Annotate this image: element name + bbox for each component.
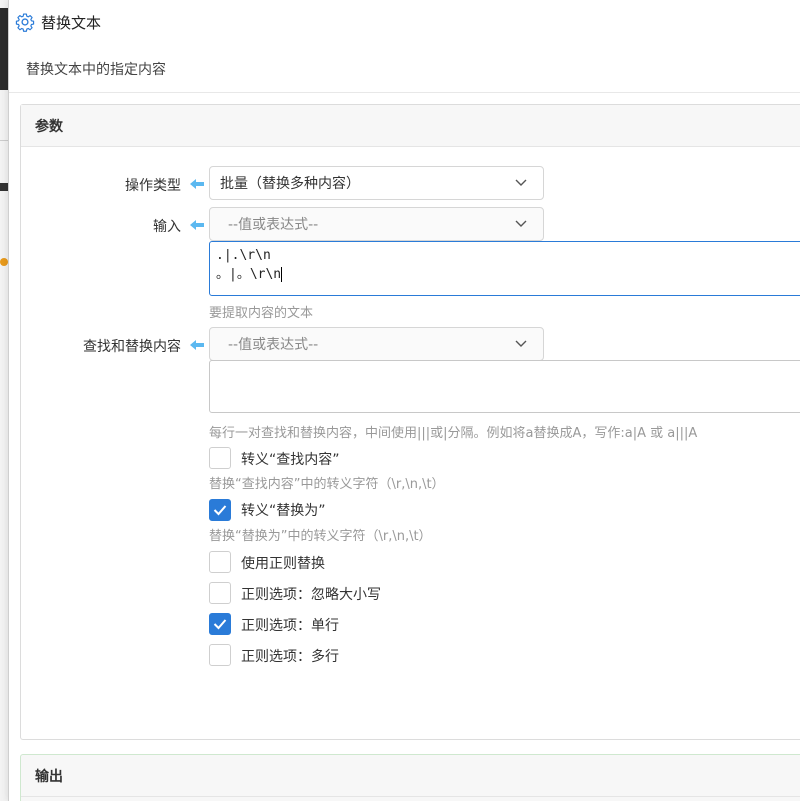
find-replace-hint: 每行一对查找和替换内容，中间使用|||或|分隔。例如将a替换成A，写作:a|A … [209,426,698,441]
chevron-down-icon [515,179,527,186]
checkmark-icon [213,505,227,516]
find-replace-textarea[interactable] [209,360,800,413]
escape-find-label: 转义“查找内容” [241,452,340,468]
use-regex-label: 使用正则替换 [241,556,325,572]
left-arrow-icon[interactable] [189,219,205,231]
input-label: 输入 [153,219,181,235]
header-divider [9,92,800,93]
operation-type-select[interactable]: 批量（替换多种内容） [209,166,544,200]
output-panel-header: 输出 [21,755,800,797]
regex-ignorecase-label: 正则选项：忽略大小写 [241,587,381,603]
text-caret [281,267,283,282]
replace-text-dialog: 替换文本 替换文本中的指定内容 参数 操作类型 批量（替换多种内容） 输入 --… [8,0,800,801]
find-replace-select[interactable]: --值或表达式-- [209,327,544,361]
chevron-down-icon [515,220,527,227]
operation-type-value: 批量（替换多种内容） [220,176,360,192]
checkbox-regex-ignorecase[interactable] [209,582,231,604]
params-panel-header: 参数 [21,105,800,147]
output-panel: 输出 [20,754,800,801]
background-orange-dot [0,258,8,266]
chevron-down-icon [515,340,527,347]
checkbox-escape-find[interactable] [209,447,231,469]
checkmark-icon [213,619,227,630]
checkbox-regex-singleline[interactable] [209,613,231,635]
input-select[interactable]: --值或表达式-- [209,207,544,241]
left-arrow-icon[interactable] [189,178,205,190]
background-marker [0,183,8,191]
dialog-subtitle: 替换文本中的指定内容 [26,62,166,78]
left-arrow-icon[interactable] [189,339,205,351]
escape-replace-label: 转义“替换为” [241,503,326,519]
input-textarea[interactable]: .|.\r\n 。|。\r\n [209,241,800,296]
input-text-line2: 。|。\r\n [216,267,282,282]
operation-type-label: 操作类型 [125,178,181,194]
find-replace-label: 查找和替换内容 [83,339,181,355]
input-hint: 要提取内容的文本 [209,306,314,321]
checkbox-regex-multiline[interactable] [209,644,231,666]
escape-find-hint: 替换“查找内容”中的转义字符（\r,\n,\t） [209,477,445,492]
regex-singleline-label: 正则选项：单行 [241,618,339,634]
input-select-placeholder: --值或表达式-- [228,217,319,233]
checkbox-escape-replace[interactable] [209,499,231,521]
gear-icon [15,13,35,32]
input-text-line1: .|.\r\n [216,248,271,263]
find-replace-select-placeholder: --值或表达式-- [228,337,319,353]
regex-multiline-label: 正则选项：多行 [241,649,339,665]
checkbox-use-regex[interactable] [209,551,231,573]
dialog-title: 替换文本 [41,13,102,32]
dialog-titlebar: 替换文本 [9,0,800,44]
escape-replace-hint: 替换“替换为”中的转义字符（\r,\n,\t） [209,529,432,544]
